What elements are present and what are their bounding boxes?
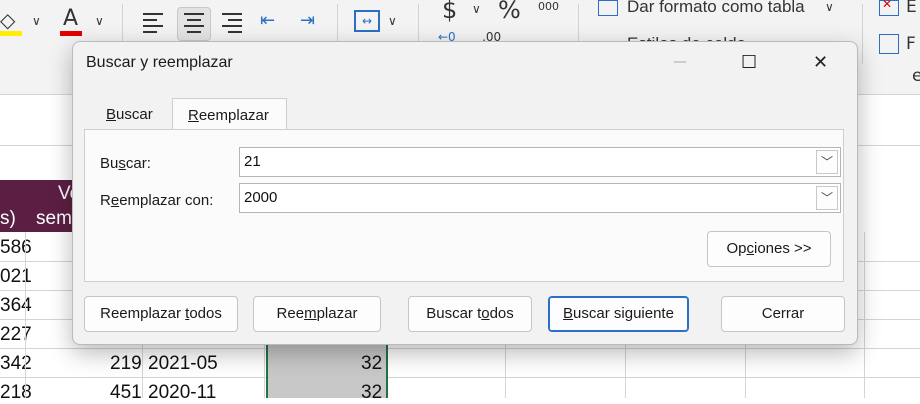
- font-color-swatch: [60, 31, 82, 36]
- font-color-button[interactable]: A: [63, 6, 78, 31]
- increase-indent-icon[interactable]: ⇥: [300, 10, 315, 31]
- replace-label-pre: R: [100, 192, 111, 209]
- find-all-pre: Buscar t: [426, 305, 482, 322]
- replace-post: plazar: [316, 305, 358, 322]
- replace-all-pre: Reemplazar: [100, 305, 186, 322]
- merge-center-icon[interactable]: ↔: [354, 10, 380, 32]
- chevron-down-icon[interactable]: ∨: [388, 14, 397, 28]
- chevron-down-icon[interactable]: ∨: [472, 2, 481, 16]
- cell-a1[interactable]: 586: [0, 237, 32, 259]
- format-cells-icon[interactable]: [879, 34, 899, 54]
- find-dropdown-icon[interactable]: ﹀: [816, 150, 838, 174]
- ribbon-separator: [862, 4, 863, 64]
- options-mnemonic: c: [746, 240, 754, 257]
- format-table-button[interactable]: Dar formato como tabla: [627, 0, 805, 17]
- cell-b5[interactable]: 219: [110, 353, 142, 375]
- dialog-title: Buscar y reemplazar: [86, 54, 233, 71]
- ribbon-label-f[interactable]: F: [906, 34, 916, 54]
- tab-reemplazar-mnemonic: R: [188, 107, 199, 124]
- fill-color-swatch: [0, 31, 22, 36]
- tab-reemplazar-rest: eemplazar: [198, 107, 269, 124]
- cell-a3[interactable]: 364: [0, 295, 32, 317]
- find-label-post: car:: [125, 155, 151, 172]
- find-label-pre: Bu: [100, 155, 119, 172]
- options-button[interactable]: Opciones >>: [707, 231, 831, 267]
- find-all-post: dos: [489, 305, 514, 322]
- replace-mnemonic: m: [304, 305, 317, 322]
- find-input[interactable]: 21 ﹀: [239, 147, 841, 177]
- replace-input-value: 2000: [244, 189, 278, 206]
- cell-d6[interactable]: 32: [361, 382, 382, 404]
- delete-cells-icon[interactable]: ✕: [879, 0, 899, 16]
- chevron-down-icon[interactable]: ∨: [825, 0, 834, 14]
- replace-label: Reemplazar con:: [100, 192, 213, 209]
- fill-color-icon[interactable]: ◇: [0, 8, 15, 32]
- replace-label-mnemonic: e: [110, 192, 120, 209]
- find-next-post: uscar siguiente: [573, 305, 674, 322]
- minimize-icon[interactable]: —: [673, 54, 687, 70]
- cell-a6[interactable]: 218: [0, 382, 32, 404]
- tab-buscar-rest: uscar: [116, 106, 153, 123]
- replace-label-post: emplazar con:: [119, 192, 214, 209]
- tab-buscar[interactable]: Buscar: [88, 98, 172, 130]
- find-next-button[interactable]: Buscar siguiente: [548, 296, 689, 332]
- close-icon[interactable]: ✕: [813, 52, 828, 73]
- cell-a4[interactable]: 227: [0, 324, 32, 346]
- tab-buscar-mnemonic: B: [106, 106, 117, 123]
- currency-button[interactable]: $: [442, 0, 457, 24]
- options-post: iones >>: [753, 240, 812, 257]
- replace-all-button[interactable]: Reemplazar todos: [84, 296, 238, 332]
- cell-b6[interactable]: 451: [110, 382, 142, 404]
- tab-reemplazar-label: Reemplazar: [188, 107, 269, 124]
- format-table-icon[interactable]: [598, 0, 618, 16]
- align-center-icon[interactable]: [184, 13, 204, 37]
- ribbon-label-e2: e: [912, 66, 920, 86]
- find-label: Buscar:: [100, 155, 151, 172]
- tab-reemplazar[interactable]: Reemplazar: [172, 98, 287, 130]
- chevron-down-icon[interactable]: ∨: [95, 14, 104, 28]
- header-cell-b2: sem: [36, 208, 72, 229]
- replace-dropdown-icon[interactable]: ﹀: [816, 186, 838, 210]
- replace-all-post: odos: [189, 305, 222, 322]
- replace-button[interactable]: Reemplazar: [253, 296, 381, 332]
- replace-input[interactable]: 2000 ﹀: [239, 183, 841, 213]
- cell-c5[interactable]: 2021-05: [148, 353, 218, 375]
- cell-a5[interactable]: 342: [0, 353, 32, 375]
- grid-line: [0, 377, 920, 378]
- close-button[interactable]: Cerrar: [721, 296, 845, 332]
- align-left-icon[interactable]: [143, 13, 163, 37]
- align-right-icon[interactable]: [222, 13, 242, 37]
- chevron-down-icon[interactable]: ∨: [32, 14, 41, 28]
- replace-panel: Buscar: 21 ﹀ Reemplazar con: 2000 ﹀ Opci…: [84, 129, 844, 282]
- options-pre: Op: [726, 240, 747, 257]
- percent-button[interactable]: %: [498, 0, 521, 24]
- ribbon-label-e[interactable]: E: [906, 0, 917, 17]
- find-all-mnemonic: o: [481, 305, 490, 322]
- header-cell-a[interactable]: s): [0, 208, 16, 230]
- tab-buscar-label: Buscar: [106, 106, 153, 123]
- find-input-value: 21: [244, 153, 261, 170]
- grid-line: [864, 232, 865, 398]
- cell-c6[interactable]: 2020-11: [148, 382, 216, 404]
- grid-line: [0, 348, 920, 349]
- grid-line: [25, 232, 26, 398]
- cell-a2[interactable]: 021: [0, 266, 32, 288]
- find-replace-dialog: Buscar y reemplazar — ☐ ✕ Buscar Reempla…: [72, 41, 858, 345]
- maximize-icon[interactable]: ☐: [741, 52, 757, 73]
- replace-pre: Ree: [276, 305, 305, 322]
- find-label-mnemonic: s: [118, 155, 126, 172]
- cell-d5[interactable]: 32: [361, 353, 382, 375]
- find-next-mnemonic: B: [563, 305, 574, 322]
- find-all-button[interactable]: Buscar todos: [408, 296, 532, 332]
- decrease-indent-icon[interactable]: ⇤: [260, 10, 275, 31]
- comma-style-button[interactable]: 000: [538, 0, 559, 13]
